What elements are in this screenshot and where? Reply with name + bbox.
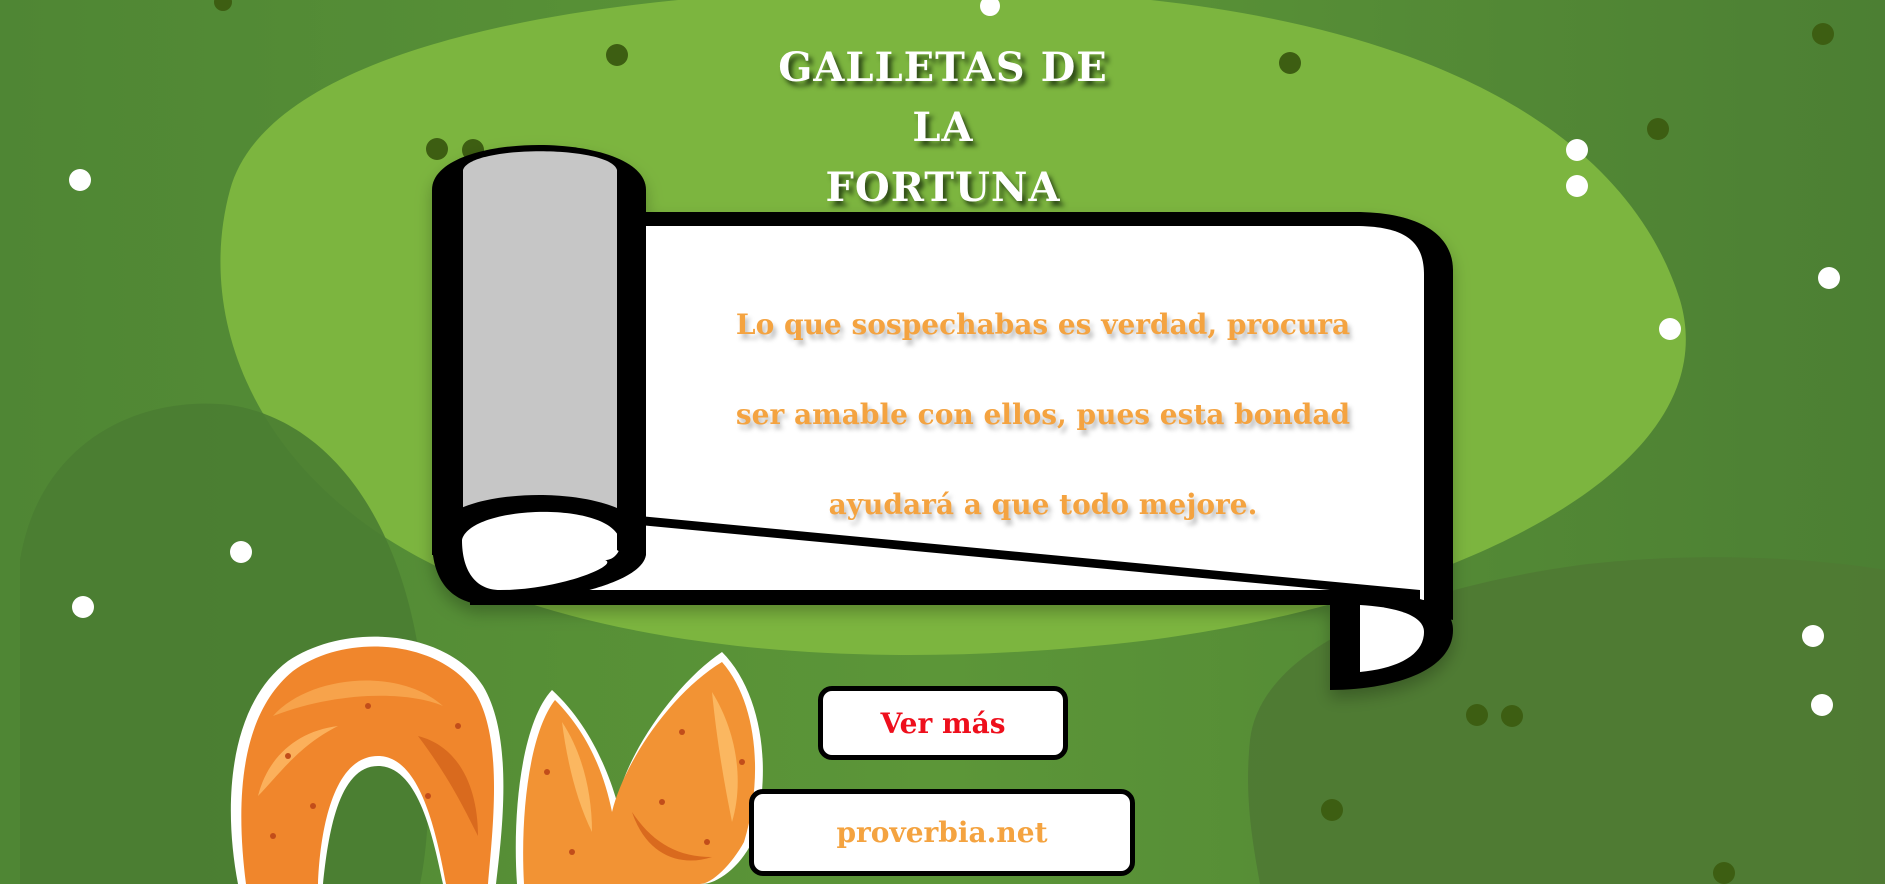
fortune-line-3: ayudará a que todo mejore. xyxy=(828,488,1258,521)
fortune-line-2: ser amable con ellos, pues esta bondad xyxy=(735,398,1351,431)
fortune-cookie-left-icon xyxy=(230,636,504,884)
page-title: GALLETAS DE LA FORTUNA xyxy=(743,38,1143,218)
proverbia-link-button[interactable]: proverbia.net xyxy=(749,789,1135,876)
fortune-cookie-right-icon xyxy=(515,652,763,884)
fortune-line-1: Lo que sospechabas es verdad, procura xyxy=(735,308,1351,341)
title-line-2: FORTUNA xyxy=(825,164,1061,211)
see-more-button[interactable]: Ver más xyxy=(818,686,1068,760)
title-line-1: GALLETAS DE LA xyxy=(778,44,1108,151)
fortune-message: Lo que sospechabas es verdad, procura se… xyxy=(728,280,1358,550)
